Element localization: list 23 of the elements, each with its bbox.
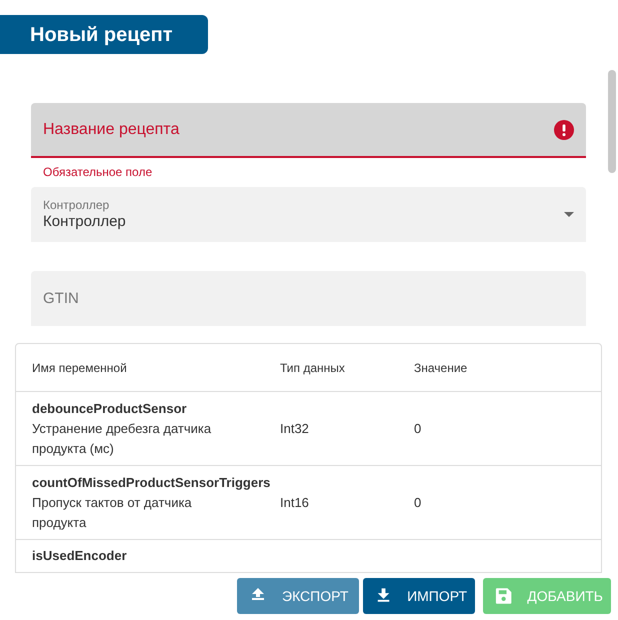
field-value: Контроллер: [43, 212, 126, 232]
table-cell-text: 0: [414, 494, 422, 512]
import-button[interactable]: ИМПОРТ: [363, 578, 475, 614]
scrollbar[interactable]: [608, 70, 616, 173]
field-placeholder: Название рецепта: [43, 120, 180, 140]
input-field[interactable]: GTIN: [31, 271, 586, 326]
variable-name: debounceProductSensor: [32, 400, 188, 418]
dropdown-caret-icon: [564, 212, 574, 217]
error-text: Обязательное поле: [42, 165, 154, 180]
variable-description: Устранение дребезга датчика продукта (мс): [32, 420, 212, 458]
variable-name: countOfMissedProductSensorTriggers: [32, 474, 272, 492]
table-cell-text: Int16: [280, 494, 310, 512]
field-label: Контроллер: [43, 198, 110, 212]
column-header: Значение: [414, 360, 468, 376]
table-cell-text: Int32: [280, 420, 310, 438]
column-header: Имя переменной: [32, 360, 128, 376]
input-field[interactable]: Название рецепта: [31, 103, 586, 158]
column-header: Тип данных: [280, 360, 346, 376]
table-cell-text: 0: [414, 420, 422, 438]
page-title: Новый рецепт: [0, 15, 208, 54]
select-field[interactable]: Контроллер Контроллер: [31, 187, 586, 242]
variable-description: Пропуск тактов от датчика продукта: [32, 494, 193, 532]
variable-name: isUsedEncoder: [32, 547, 128, 565]
